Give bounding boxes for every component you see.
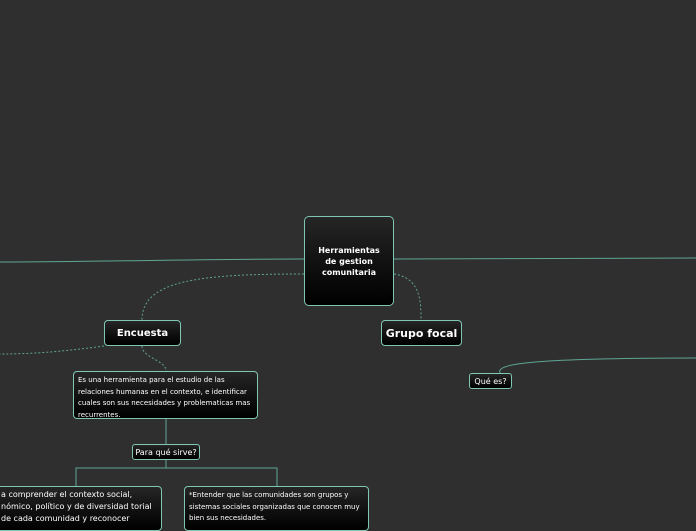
encuesta-node[interactable]: Encuesta <box>104 320 181 346</box>
grupo-focal-node[interactable]: Grupo focal <box>381 320 462 346</box>
central-topic-node[interactable]: Herramientas de gestion comunitaria <box>304 216 394 306</box>
que-es-node[interactable]: Qué es? <box>469 373 512 389</box>
definicion-node[interactable]: Es una herramienta para el estudio de la… <box>73 371 258 419</box>
encuesta-label: Encuesta <box>116 327 169 339</box>
que-es-label: Qué es? <box>474 376 507 386</box>
para-que-sirve-label: Para qué sirve? <box>135 447 197 457</box>
central-topic-label: Herramientas de gestion comunitaria <box>318 245 380 277</box>
entender-comunidades-node[interactable]: *Entender que las comunidades son grupos… <box>184 486 369 531</box>
grupo-focal-label: Grupo focal <box>385 326 458 340</box>
comprender-contexto-node[interactable]: a comprender el contexto social, nómico,… <box>0 486 162 531</box>
para-que-sirve-node[interactable]: Para qué sirve? <box>132 444 200 460</box>
definicion-text: Es una herramienta para el estudio de la… <box>78 376 251 419</box>
entender-comunidades-text: *Entender que las comunidades son grupos… <box>189 491 360 522</box>
comprender-contexto-text: a comprender el contexto social, nómico,… <box>1 490 152 523</box>
